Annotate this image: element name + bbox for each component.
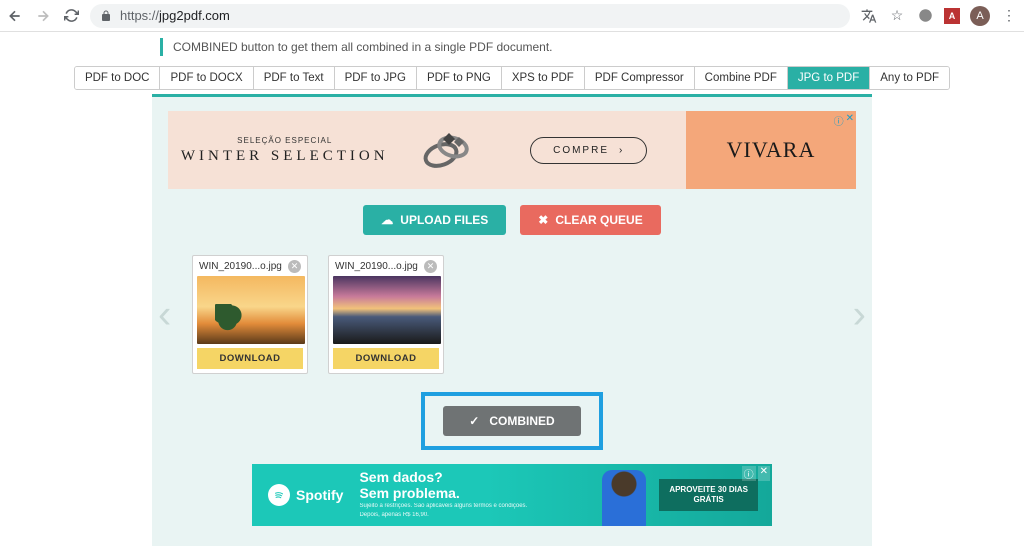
ad2-cta-button[interactable]: APROVEITE 30 DIAS GRÁTIS <box>659 479 758 510</box>
combined-highlight: ✓ COMBINED <box>421 392 602 450</box>
tab-pdf-compressor[interactable]: PDF Compressor <box>585 67 695 89</box>
tab-pdf-to-doc[interactable]: PDF to DOC <box>75 67 161 89</box>
extension-icon-1[interactable] <box>916 7 934 25</box>
tab-combine-pdf[interactable]: Combine PDF <box>695 67 788 89</box>
ad2-info-controls: ⓘ ✕ <box>742 466 770 481</box>
spotify-icon <box>268 484 290 506</box>
ad-brand-logo: VIVARA <box>686 111 856 189</box>
intro-text-fragment: COMBINED button to get them all combined… <box>160 38 840 56</box>
chevron-right-icon: › <box>619 145 624 156</box>
forward-button[interactable] <box>34 7 52 25</box>
translate-icon[interactable] <box>860 7 878 25</box>
tab-xps-to-pdf[interactable]: XPS to PDF <box>502 67 585 89</box>
ad2-person-image <box>589 464 659 526</box>
tab-pdf-to-jpg[interactable]: PDF to JPG <box>335 67 417 89</box>
carousel-next-button[interactable]: › <box>853 292 866 337</box>
tab-pdf-to-docx[interactable]: PDF to DOCX <box>160 67 253 89</box>
ad-banner-bottom[interactable]: Spotify Sem dados? Sem problema. Sujeito… <box>252 464 772 526</box>
file-name: WIN_20190...o.jpg <box>199 261 288 272</box>
file-card: WIN_20190...o.jpg✕ DOWNLOAD <box>192 255 308 374</box>
format-tabs: PDF to DOCPDF to DOCXPDF to TextPDF to J… <box>74 66 950 90</box>
tab-jpg-to-pdf[interactable]: JPG to PDF <box>788 67 870 89</box>
ad-info-controls: ⓘ ✕ <box>834 113 854 128</box>
ad-title: WINTER SELECTION <box>168 148 401 165</box>
file-remove-button[interactable]: ✕ <box>288 260 301 273</box>
back-button[interactable] <box>6 7 24 25</box>
ad-banner-top[interactable]: SELEÇÃO ESPECIAL WINTER SELECTION COMPRE… <box>168 111 856 189</box>
reload-button[interactable] <box>62 7 80 25</box>
address-bar[interactable]: https://jpg2pdf.com <box>90 4 850 28</box>
lock-icon <box>100 10 112 22</box>
tab-any-to-pdf[interactable]: Any to PDF <box>870 67 949 89</box>
ad-info-icon[interactable]: ⓘ <box>742 466 756 481</box>
ad2-copy: Sem dados? Sem problema. Sujeito a restr… <box>359 470 589 519</box>
extension-icon-2[interactable]: A <box>944 8 960 24</box>
carousel-prev-button[interactable]: ‹ <box>158 292 171 337</box>
file-download-button[interactable]: DOWNLOAD <box>333 348 439 369</box>
ad-headline-block: SELEÇÃO ESPECIAL WINTER SELECTION <box>168 136 401 165</box>
page-content: COMBINED button to get them all combined… <box>0 38 1024 546</box>
check-icon: ✓ <box>469 414 479 428</box>
file-thumbnail <box>333 276 441 344</box>
close-icon: ✖ <box>538 213 548 227</box>
upload-files-button[interactable]: ☁ UPLOAD FILES <box>363 205 506 235</box>
tab-pdf-to-png[interactable]: PDF to PNG <box>417 67 502 89</box>
browser-toolbar: https://jpg2pdf.com ☆ A A ⋮ <box>0 0 1024 32</box>
action-row: ☁ UPLOAD FILES ✖ CLEAR QUEUE <box>152 205 872 235</box>
files-carousel: ‹ › WIN_20190...o.jpg✕DOWNLOADWIN_20190.… <box>152 255 872 374</box>
file-thumbnail <box>197 276 305 344</box>
ad-close-icon[interactable]: ✕ <box>846 113 854 128</box>
menu-icon[interactable]: ⋮ <box>1000 7 1018 25</box>
spotify-logo: Spotify <box>268 484 343 506</box>
upload-icon: ☁ <box>381 213 393 227</box>
profile-avatar[interactable]: A <box>970 6 990 26</box>
ad-product-image <box>401 120 491 180</box>
star-icon[interactable]: ☆ <box>888 7 906 25</box>
ad-info-icon[interactable]: ⓘ <box>834 113 844 128</box>
file-download-button[interactable]: DOWNLOAD <box>197 348 303 369</box>
main-panel: SELEÇÃO ESPECIAL WINTER SELECTION COMPRE… <box>152 94 872 546</box>
file-card: WIN_20190...o.jpg✕ DOWNLOAD <box>328 255 444 374</box>
clear-queue-button[interactable]: ✖ CLEAR QUEUE <box>520 205 660 235</box>
url-text: https://jpg2pdf.com <box>120 8 230 23</box>
ad-subtitle: SELEÇÃO ESPECIAL <box>168 136 401 145</box>
file-remove-button[interactable]: ✕ <box>424 260 437 273</box>
combined-button[interactable]: ✓ COMBINED <box>443 406 580 436</box>
ad-cta-button[interactable]: COMPRE › <box>530 137 647 164</box>
tab-pdf-to-text[interactable]: PDF to Text <box>254 67 335 89</box>
ad-close-icon[interactable]: ✕ <box>758 466 770 481</box>
file-name: WIN_20190...o.jpg <box>335 261 424 272</box>
